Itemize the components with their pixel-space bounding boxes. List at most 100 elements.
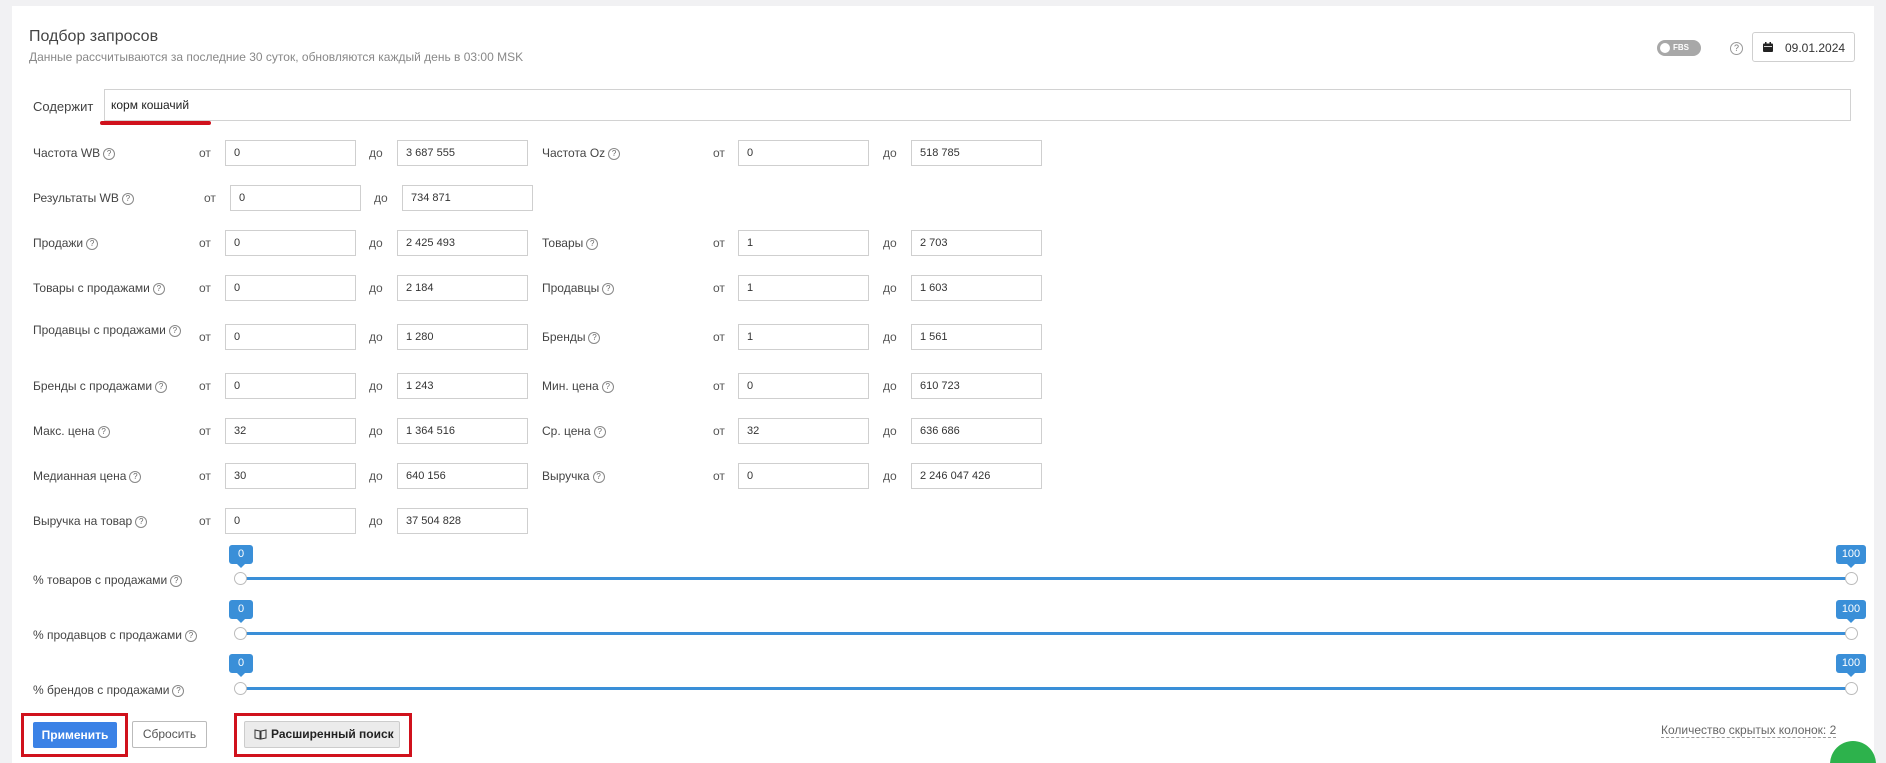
- revenue-per-product-from-input[interactable]: 0: [225, 508, 356, 534]
- to-label: до: [883, 236, 897, 250]
- sales-from-input[interactable]: 0: [225, 230, 356, 256]
- help-icon[interactable]: ?: [593, 425, 606, 438]
- slider-min-handle[interactable]: [234, 572, 247, 585]
- book-icon: [254, 729, 267, 740]
- help-icon[interactable]: ?: [135, 515, 148, 528]
- help-icon[interactable]: ?: [170, 574, 183, 587]
- min-price-to-input[interactable]: 610 723: [911, 373, 1042, 399]
- slider-min-handle[interactable]: [234, 627, 247, 640]
- slider-max-handle[interactable]: [1845, 682, 1858, 695]
- from-label: от: [713, 236, 725, 250]
- filter-label-wb-frequency: Частота WB?: [33, 146, 116, 160]
- from-label: от: [713, 146, 725, 160]
- help-icon[interactable]: ?: [602, 282, 615, 295]
- filter-label-wb-results: Результаты WB?: [33, 191, 134, 205]
- revenue-per-product-to-input[interactable]: 37 504 828: [397, 508, 528, 534]
- slider-max-handle[interactable]: [1845, 627, 1858, 640]
- slider-track[interactable]: [240, 687, 1852, 690]
- help-icon[interactable]: ?: [1730, 42, 1743, 55]
- help-icon[interactable]: ?: [121, 192, 134, 205]
- filter-label-sales: Продажи?: [33, 236, 99, 250]
- filter-label-revenue-per-product: Выручка на товар?: [33, 514, 148, 528]
- avg-price-to-input[interactable]: 636 686: [911, 418, 1042, 444]
- highlight-underline: [100, 121, 211, 125]
- to-label: до: [883, 281, 897, 295]
- max-price-to-input[interactable]: 1 364 516: [397, 418, 528, 444]
- products-with-sales-to-input[interactable]: 2 184: [397, 275, 528, 301]
- max-price-from-input[interactable]: 32: [225, 418, 356, 444]
- wb-frequency-to-input[interactable]: 3 687 555: [397, 140, 528, 166]
- filter-label-brands: Бренды?: [542, 330, 601, 344]
- help-icon[interactable]: ?: [129, 470, 142, 483]
- sellers-with-sales-to-input[interactable]: 1 280: [397, 324, 528, 350]
- slider-min-value: 0: [229, 654, 253, 677]
- products-to-input[interactable]: 2 703: [911, 230, 1042, 256]
- reset-button[interactable]: Сбросить: [132, 721, 207, 748]
- slider-label-products-with-sales: % товаров с продажами?: [33, 573, 183, 587]
- min-price-from-input[interactable]: 0: [738, 373, 869, 399]
- oz-frequency-to-input[interactable]: 518 785: [911, 140, 1042, 166]
- to-label: до: [369, 236, 383, 250]
- help-icon[interactable]: ?: [601, 380, 614, 393]
- products-with-sales-from-input[interactable]: 0: [225, 275, 356, 301]
- to-label: до: [369, 469, 383, 483]
- sales-to-input[interactable]: 2 425 493: [397, 230, 528, 256]
- brands-from-input[interactable]: 1: [738, 324, 869, 350]
- help-icon[interactable]: ?: [588, 331, 601, 344]
- brands-with-sales-from-input[interactable]: 0: [225, 373, 356, 399]
- revenue-from-input[interactable]: 0: [738, 463, 869, 489]
- date-picker-button[interactable]: 09.01.2024: [1752, 32, 1855, 62]
- slider-min-handle[interactable]: [234, 682, 247, 695]
- help-icon[interactable]: ?: [86, 237, 99, 250]
- to-label: до: [374, 191, 388, 205]
- help-icon[interactable]: ?: [152, 282, 165, 295]
- help-icon[interactable]: ?: [103, 147, 116, 160]
- slider-label-sellers-with-sales: % продавцов с продажами?: [33, 628, 198, 642]
- from-label: от: [713, 469, 725, 483]
- help-icon[interactable]: ?: [592, 470, 605, 483]
- help-icon[interactable]: ?: [155, 380, 168, 393]
- to-label: до: [369, 146, 383, 160]
- from-label: от: [199, 236, 211, 250]
- products-from-input[interactable]: 1: [738, 230, 869, 256]
- page-subtitle: Данные рассчитываются за последние 30 су…: [29, 50, 524, 64]
- help-icon[interactable]: ?: [586, 237, 599, 250]
- wb-frequency-from-input[interactable]: 0: [225, 140, 356, 166]
- slider-max-value: 100: [1836, 654, 1866, 677]
- slider-track[interactable]: [240, 577, 1852, 580]
- fbs-toggle[interactable]: FBS: [1657, 40, 1701, 56]
- help-icon[interactable]: ?: [168, 324, 181, 337]
- hidden-columns-link[interactable]: Количество скрытых колонок: 2: [1661, 723, 1837, 738]
- contains-input[interactable]: корм кошачий: [104, 89, 1851, 121]
- help-icon[interactable]: ?: [185, 629, 198, 642]
- avg-price-from-input[interactable]: 32: [738, 418, 869, 444]
- help-icon[interactable]: ?: [97, 425, 110, 438]
- from-label: от: [713, 330, 725, 344]
- oz-frequency-from-input[interactable]: 0: [738, 140, 869, 166]
- help-icon[interactable]: ?: [608, 147, 621, 160]
- brands-to-input[interactable]: 1 561: [911, 324, 1042, 350]
- sellers-to-input[interactable]: 1 603: [911, 275, 1042, 301]
- wb-results-from-input[interactable]: 0: [230, 185, 361, 211]
- advanced-search-button[interactable]: Расширенный поиск: [244, 721, 400, 748]
- apply-button[interactable]: Применить: [33, 722, 117, 748]
- revenue-to-input[interactable]: 2 246 047 426: [911, 463, 1042, 489]
- slider-min-value: 0: [229, 545, 253, 568]
- filter-label-products-with-sales: Товары с продажами?: [33, 281, 165, 295]
- median-price-from-input[interactable]: 30: [225, 463, 356, 489]
- slider-max-value: 100: [1836, 600, 1866, 623]
- from-label: от: [199, 469, 211, 483]
- from-label: от: [204, 191, 216, 205]
- brands-with-sales-to-input[interactable]: 1 243: [397, 373, 528, 399]
- page-title: Подбор запросов: [29, 28, 159, 45]
- to-label: до: [369, 424, 383, 438]
- sellers-with-sales-from-input[interactable]: 0: [225, 324, 356, 350]
- median-price-to-input[interactable]: 640 156: [397, 463, 528, 489]
- to-label: до: [883, 330, 897, 344]
- help-icon[interactable]: ?: [172, 684, 185, 697]
- wb-results-to-input[interactable]: 734 871: [402, 185, 533, 211]
- slider-track[interactable]: [240, 632, 1852, 635]
- sellers-from-input[interactable]: 1: [738, 275, 869, 301]
- slider-label-brands-with-sales: % брендов с продажами?: [33, 683, 185, 697]
- slider-max-handle[interactable]: [1845, 572, 1858, 585]
